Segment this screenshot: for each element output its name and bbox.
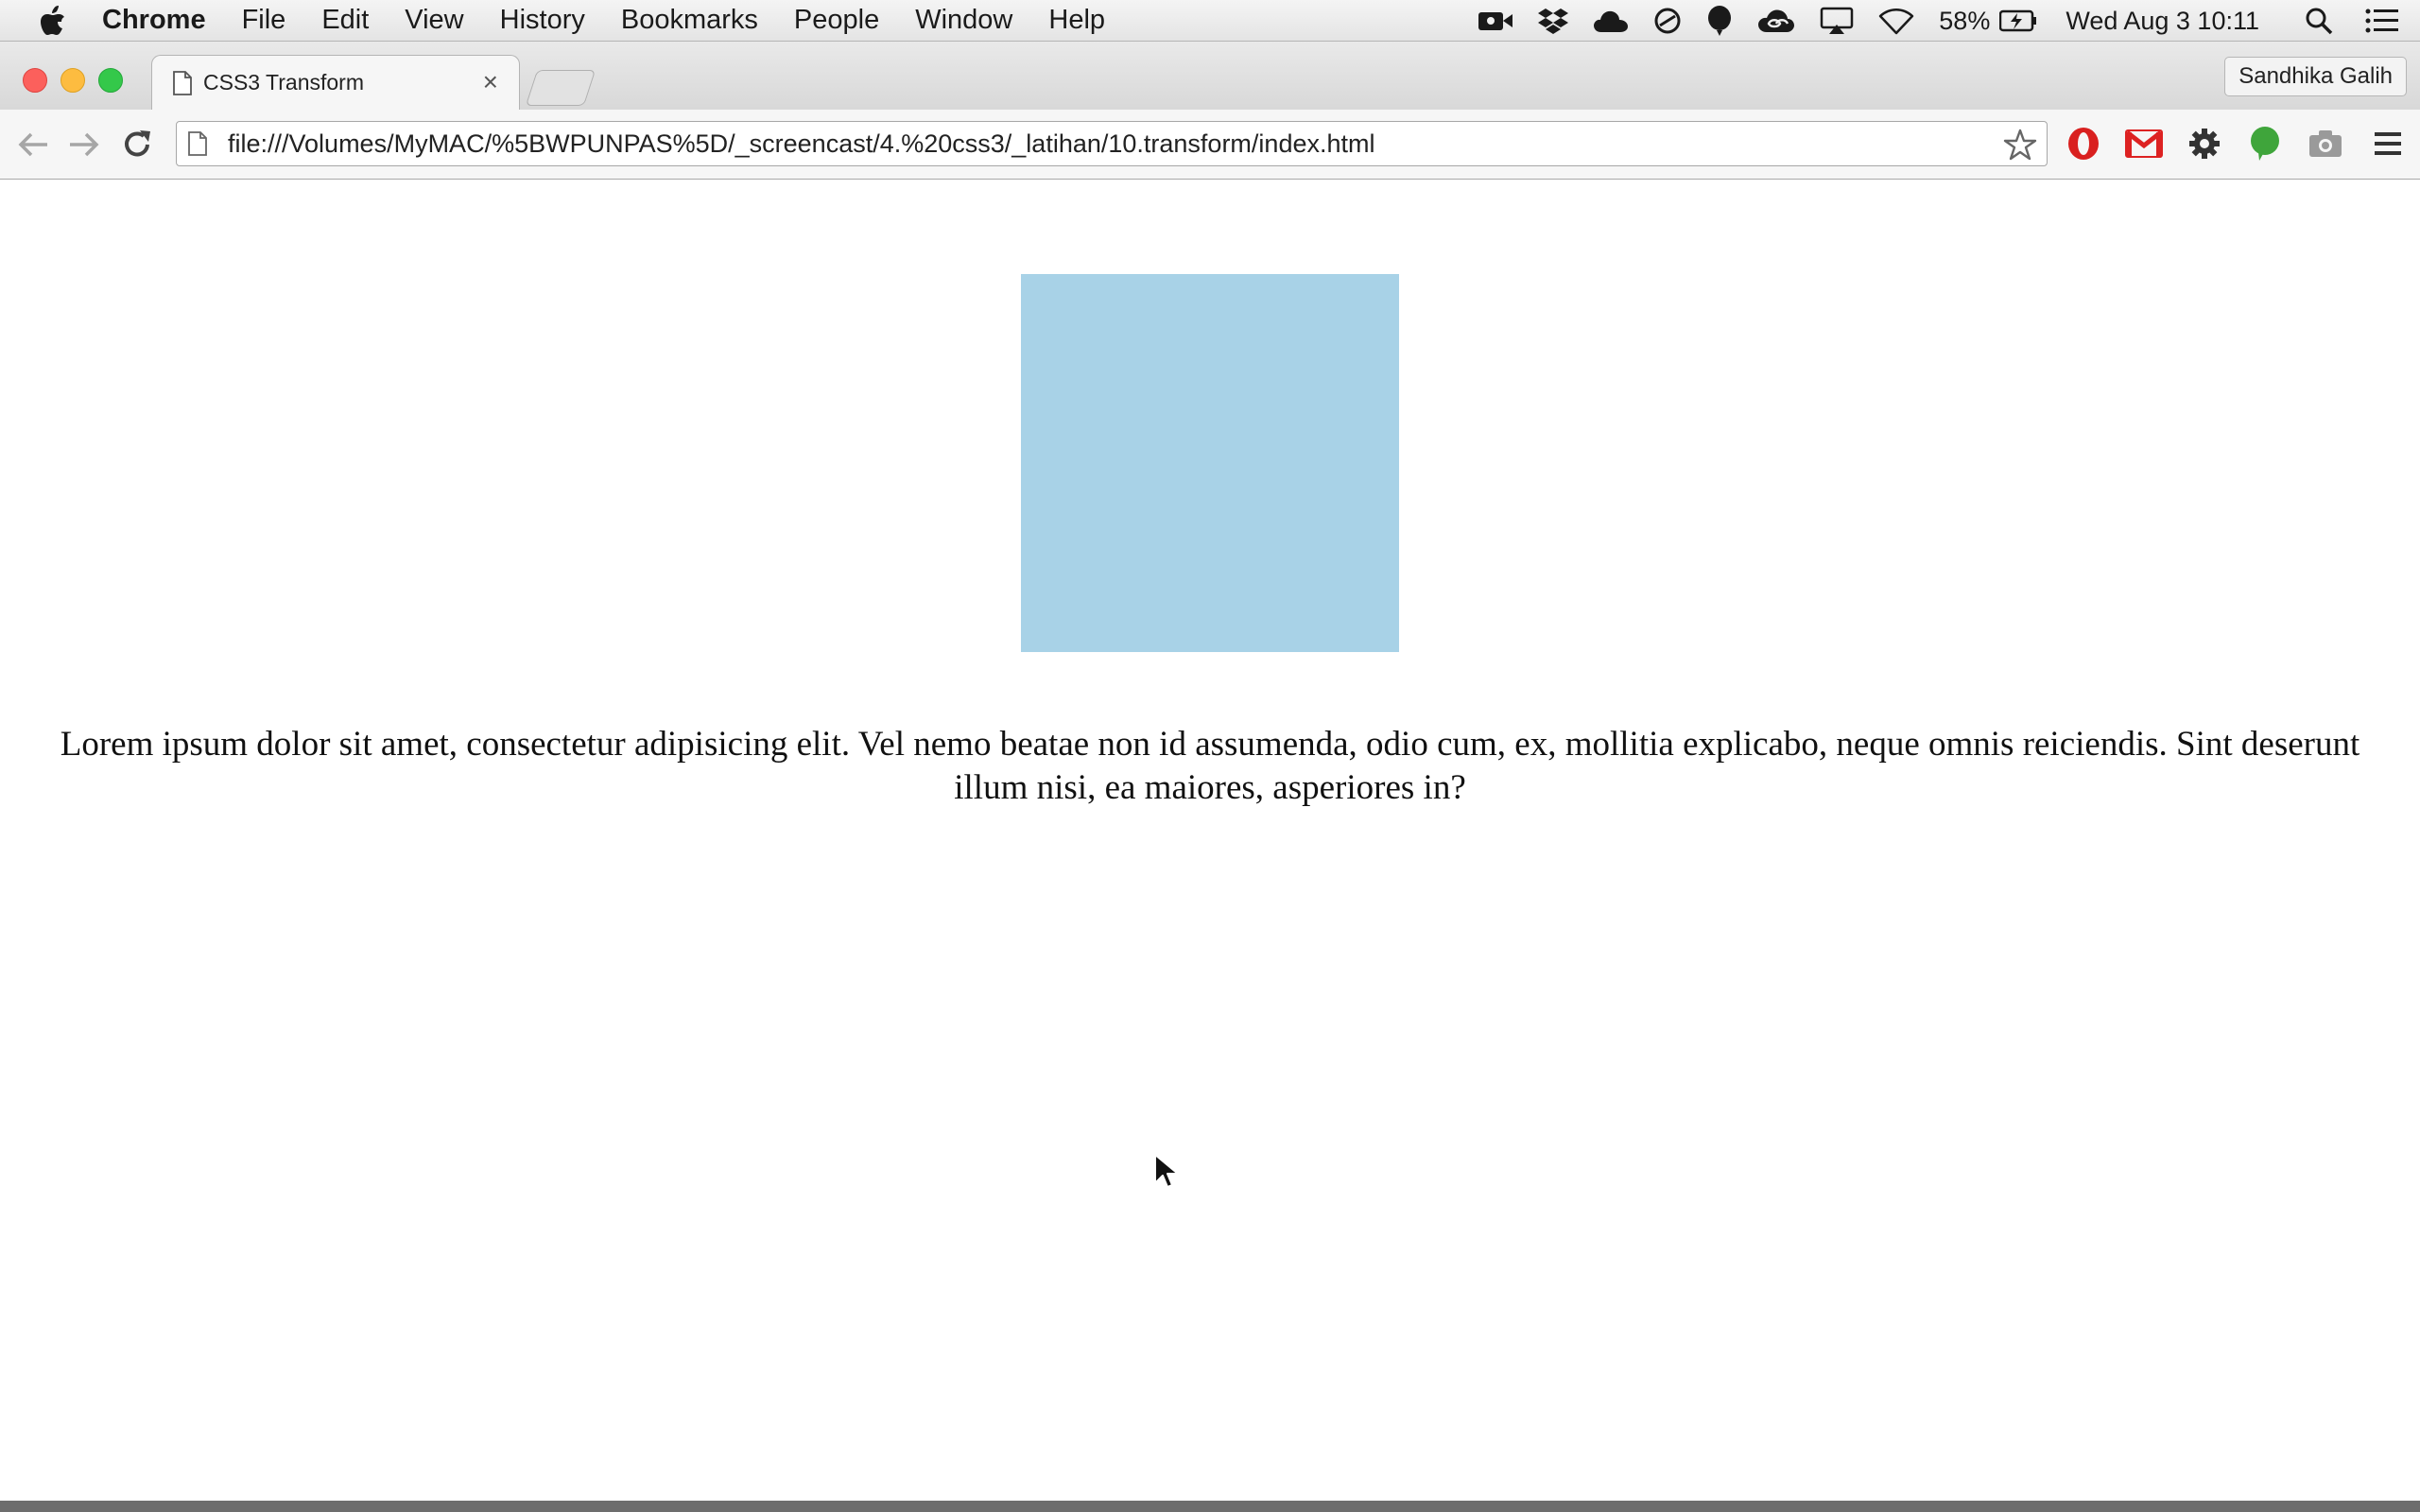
window-zoom-button[interactable] — [98, 68, 123, 93]
chrome-tab-strip: CSS3 Transform × Sandhika Galih — [0, 42, 2420, 110]
window-bottom-edge — [0, 1501, 2420, 1512]
spotlight-search-icon[interactable] — [2305, 7, 2333, 35]
gmail-icon[interactable] — [2125, 125, 2163, 163]
dropbox-icon[interactable] — [1538, 7, 1569, 35]
creative-cloud-icon[interactable] — [1757, 8, 1795, 34]
reload-icon[interactable] — [119, 127, 155, 163]
menu-edit[interactable]: Edit — [321, 5, 369, 36]
menu-help[interactable]: Help — [1048, 5, 1105, 36]
menubar-clock[interactable]: Wed Aug 3 10:11 — [2066, 7, 2259, 36]
menu-app-chrome[interactable]: Chrome — [102, 5, 206, 36]
airplay-icon[interactable] — [1820, 7, 1854, 35]
evernote-icon[interactable] — [2246, 125, 2284, 163]
bookmark-star-icon[interactable] — [2003, 128, 2037, 162]
page-viewport: Lorem ipsum dolor sit amet, consectetur … — [0, 180, 2420, 1501]
window-close-button[interactable] — [23, 68, 47, 93]
profile-button[interactable]: Sandhika Galih — [2224, 57, 2407, 96]
facetime-camera-icon[interactable] — [1478, 8, 1513, 34]
menu-window[interactable]: Window — [915, 5, 1012, 36]
window-minimize-button[interactable] — [60, 68, 85, 93]
opera-icon[interactable] — [2065, 125, 2102, 163]
back-arrow-icon[interactable] — [15, 127, 51, 163]
chrome-menu-icon[interactable] — [2369, 125, 2407, 163]
settings-gear-icon[interactable] — [2186, 125, 2223, 163]
menu-history[interactable]: History — [500, 5, 585, 36]
status-area: 58% Wed Aug 3 10:11 — [1453, 0, 2420, 42]
camera-icon[interactable] — [2307, 125, 2344, 163]
menu-bookmarks[interactable]: Bookmarks — [621, 5, 758, 36]
macos-menu-bar: Chrome File Edit View History Bookmarks … — [0, 0, 2420, 42]
address-bar[interactable]: file:///Volumes/MyMAC/%5BWPUNPAS%5D/_scr… — [176, 121, 2048, 166]
battery-charging-icon[interactable] — [1999, 9, 2037, 32]
chrome-toolbar: file:///Volumes/MyMAC/%5BWPUNPAS%5D/_scr… — [0, 110, 2420, 180]
url-text[interactable]: file:///Volumes/MyMAC/%5BWPUNPAS%5D/_scr… — [228, 129, 1374, 159]
battery-percent[interactable]: 58% — [1939, 7, 1990, 36]
tab-close-icon[interactable]: × — [483, 67, 498, 96]
menu-people[interactable]: People — [794, 5, 879, 36]
new-tab-button[interactable] — [525, 70, 596, 106]
wifi-icon[interactable] — [1878, 7, 1914, 35]
page-info-icon[interactable] — [188, 131, 207, 156]
forward-arrow-icon[interactable] — [66, 127, 102, 163]
sync-icon[interactable] — [1653, 7, 1682, 35]
document-icon — [173, 70, 192, 95]
transform-box — [1021, 274, 1399, 652]
cloud-icon[interactable] — [1593, 8, 1629, 34]
apple-logo-icon[interactable] — [40, 5, 66, 36]
menu-view[interactable]: View — [405, 5, 463, 36]
tab-title: CSS3 Transform — [203, 70, 364, 94]
menu-file[interactable]: File — [242, 5, 286, 36]
notification-center-icon[interactable] — [2365, 8, 2399, 34]
tab-css3-transform[interactable]: CSS3 Transform × — [151, 55, 520, 110]
mouse-pointer-icon — [1154, 1154, 1178, 1188]
balloon-icon[interactable] — [1706, 5, 1733, 37]
lorem-paragraph: Lorem ipsum dolor sit amet, consectetur … — [60, 725, 2360, 807]
